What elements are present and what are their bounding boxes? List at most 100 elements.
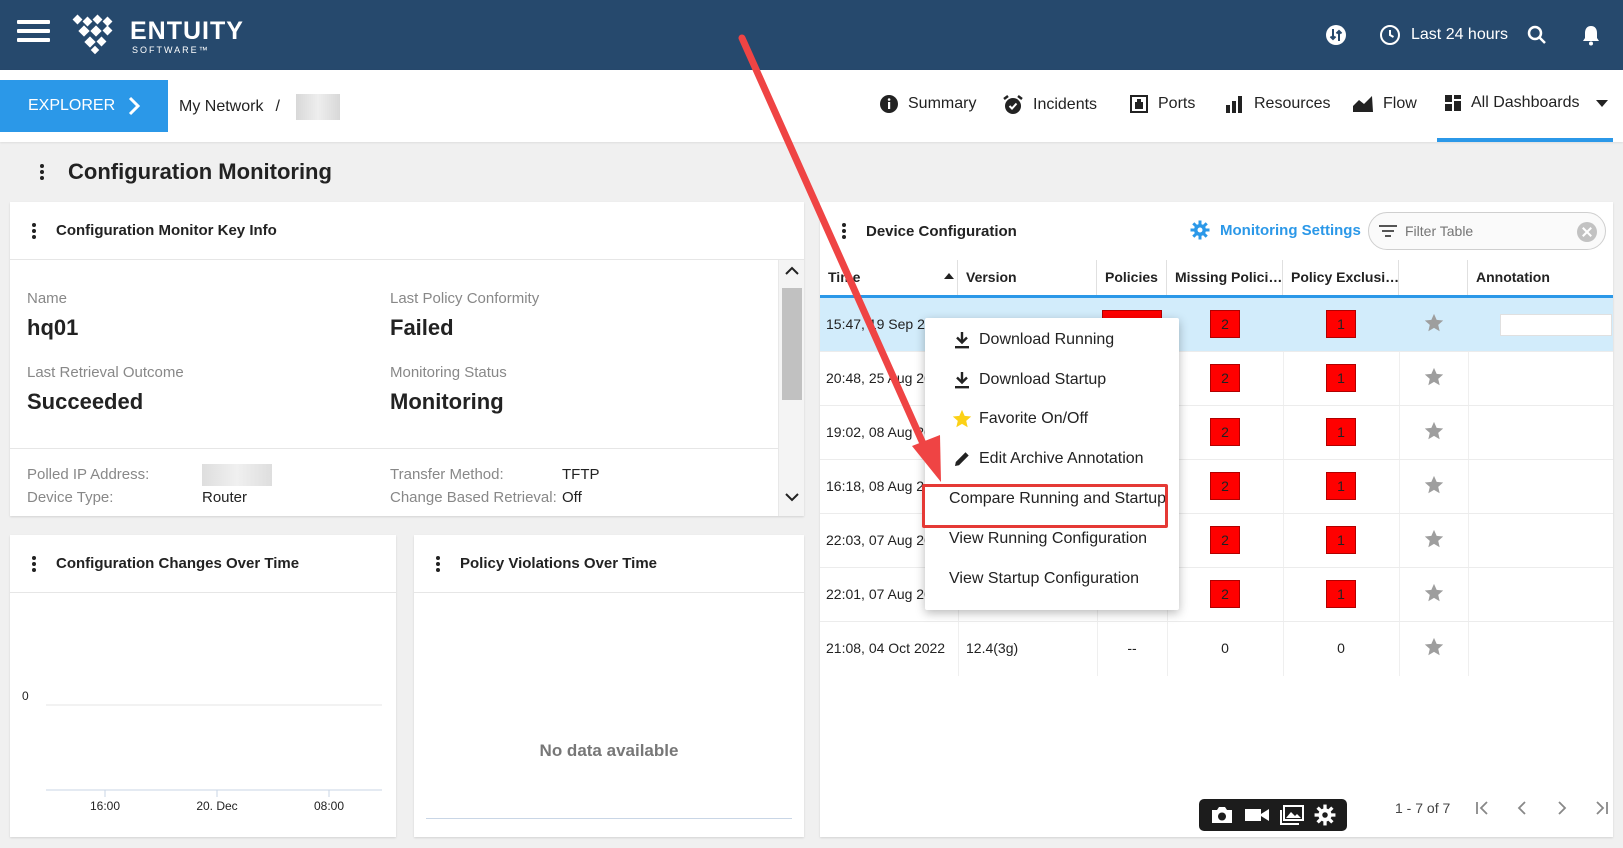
video-camera-icon[interactable] (1244, 806, 1270, 824)
menu-item-label: Favorite On/Off (979, 410, 1089, 427)
download-icon (949, 331, 975, 349)
menu-item-compare-running-startup[interactable]: Compare Running and Startup (925, 479, 1179, 519)
column-header-time[interactable]: Time (820, 260, 958, 295)
tab-summary[interactable]: Summary (879, 94, 976, 114)
last-page-icon[interactable] (1594, 800, 1610, 816)
settings-gear-icon[interactable] (1314, 804, 1336, 826)
column-header-policies[interactable]: Policies (1097, 260, 1167, 295)
config-changes-chart: 0 16:00 20. Dec 08:00 (22, 689, 382, 813)
menu-item-view-running[interactable]: View Running Configuration (925, 519, 1179, 559)
breadcrumb-device-redacted[interactable] (295, 94, 340, 120)
key-info-divider (10, 448, 778, 449)
scroll-down-icon[interactable] (785, 492, 799, 502)
annotation-input[interactable] (1500, 314, 1612, 336)
scroll-up-icon[interactable] (785, 266, 799, 276)
page-menu-icon[interactable] (40, 164, 44, 180)
retrieval-label: Last Retrieval Outcome (27, 364, 184, 381)
menu-item-download-running[interactable]: Download Running (925, 320, 1179, 360)
pager-range-text: 1 - 7 of 7 (1395, 800, 1451, 816)
device-config-title: Device Configuration (866, 222, 1017, 240)
hamburger-menu-icon[interactable] (17, 20, 50, 42)
tab-all-dashboards[interactable]: All Dashboards (1444, 94, 1609, 112)
notifications-button[interactable] (1581, 0, 1601, 70)
tab-resources-label: Resources (1254, 95, 1331, 112)
star-icon[interactable] (1423, 366, 1445, 388)
transfer-method-value: TFTP (562, 466, 600, 483)
cell-policies: -- (1127, 640, 1137, 656)
menu-item-favorite-toggle[interactable]: Favorite On/Off (925, 399, 1179, 439)
column-header-missing-policies[interactable]: Missing Polici… (1167, 260, 1283, 295)
tab-resources[interactable]: Resources (1225, 94, 1330, 114)
first-page-icon[interactable] (1474, 800, 1490, 816)
key-info-menu-icon[interactable] (32, 222, 36, 239)
previous-page-icon[interactable] (1514, 800, 1530, 816)
navigation-bar: EXPLORER My Network / Summary Incidents … (0, 70, 1623, 142)
logo-wordmark: ENTUITY (130, 17, 244, 45)
menu-item-edit-annotation[interactable]: Edit Archive Annotation (925, 439, 1179, 479)
star-icon[interactable] (1423, 582, 1445, 604)
column-header-annotation[interactable]: Annotation (1468, 260, 1613, 295)
key-info-scrollbar[interactable] (778, 260, 804, 516)
breadcrumb: My Network / (179, 94, 340, 120)
logo-subtitle: SOFTWARE™ (132, 45, 210, 55)
download-icon (949, 371, 975, 389)
menu-item-download-startup[interactable]: Download Startup (925, 360, 1179, 400)
star-icon[interactable] (1423, 636, 1445, 658)
column-header-policy-exclusions[interactable]: Policy Exclusi… (1283, 260, 1399, 295)
page-title: Configuration Monitoring (68, 159, 332, 184)
clock-icon (1380, 25, 1400, 45)
scrollbar-thumb[interactable] (782, 288, 802, 400)
star-icon[interactable] (1423, 420, 1445, 442)
monitoring-settings-link[interactable]: Monitoring Settings (1190, 220, 1361, 240)
next-page-icon[interactable] (1554, 800, 1570, 816)
device-config-menu-icon[interactable] (842, 223, 846, 239)
policy-violations-title: Policy Violations Over Time (460, 555, 658, 572)
x-tick-label: 20. Dec (196, 799, 237, 813)
menu-item-label: View Running Configuration (949, 530, 1148, 547)
explorer-label: EXPLORER (28, 97, 116, 114)
entuity-logo: ENTUITY SOFTWARE™ (72, 12, 262, 58)
filter-table-input[interactable] (1405, 223, 1573, 239)
menu-item-label: Compare Running and Startup (949, 490, 1167, 507)
policy-exclusions-badge: 1 (1326, 580, 1356, 608)
star-icon[interactable] (1423, 528, 1445, 550)
menu-item-view-startup[interactable]: View Startup Configuration (925, 559, 1179, 599)
time-range-selector[interactable]: Last 24 hours (1379, 0, 1508, 70)
camera-icon[interactable] (1210, 805, 1234, 825)
column-header-favorite[interactable] (1399, 260, 1468, 295)
policy-violations-menu-icon[interactable] (436, 555, 440, 572)
breadcrumb-root[interactable]: My Network (179, 98, 263, 116)
star-icon[interactable] (1423, 474, 1445, 496)
empty-x-axis (426, 818, 792, 819)
logo-mark-icon (72, 14, 113, 55)
explorer-button[interactable]: EXPLORER (0, 80, 168, 132)
key-info-card: Configuration Monitor Key Info Name hq01… (10, 202, 804, 516)
monitoring-settings-label: Monitoring Settings (1220, 221, 1361, 239)
x-tick-label: 08:00 (314, 799, 344, 813)
star-icon (949, 408, 975, 430)
tab-incidents[interactable]: Incidents (1002, 94, 1097, 116)
image-gallery-icon[interactable] (1280, 805, 1304, 825)
menu-item-label: Edit Archive Annotation (979, 450, 1144, 467)
config-changes-menu-icon[interactable] (32, 555, 36, 572)
conformity-field: Last Policy Conformity Failed (390, 290, 539, 341)
star-icon[interactable] (1423, 312, 1445, 334)
dashboard-grid-icon (1445, 95, 1461, 111)
sync-button[interactable] (1325, 0, 1347, 70)
table-row[interactable]: 21:08, 04 Oct 2022 12.4(3g) -- 0 0 (820, 622, 1613, 676)
change-based-label: Change Based Retrieval: (390, 489, 557, 506)
sync-icon (1326, 25, 1346, 45)
tab-incidents-label: Incidents (1033, 96, 1098, 113)
column-header-version[interactable]: Version (958, 260, 1097, 295)
name-field: Name hq01 (27, 290, 78, 341)
tab-ports[interactable]: Ports (1129, 94, 1195, 114)
tab-summary-label: Summary (908, 95, 977, 112)
sort-ascending-icon[interactable] (944, 273, 954, 279)
search-button[interactable] (1527, 0, 1547, 70)
info-icon (880, 95, 898, 113)
filter-icon (1379, 225, 1397, 237)
y-tick-zero: 0 (22, 689, 29, 703)
tab-flow[interactable]: Flow (1352, 94, 1417, 114)
table-header: Time Version Policies Missing Polici… Po… (820, 260, 1613, 298)
clear-filter-icon[interactable] (1577, 222, 1597, 242)
